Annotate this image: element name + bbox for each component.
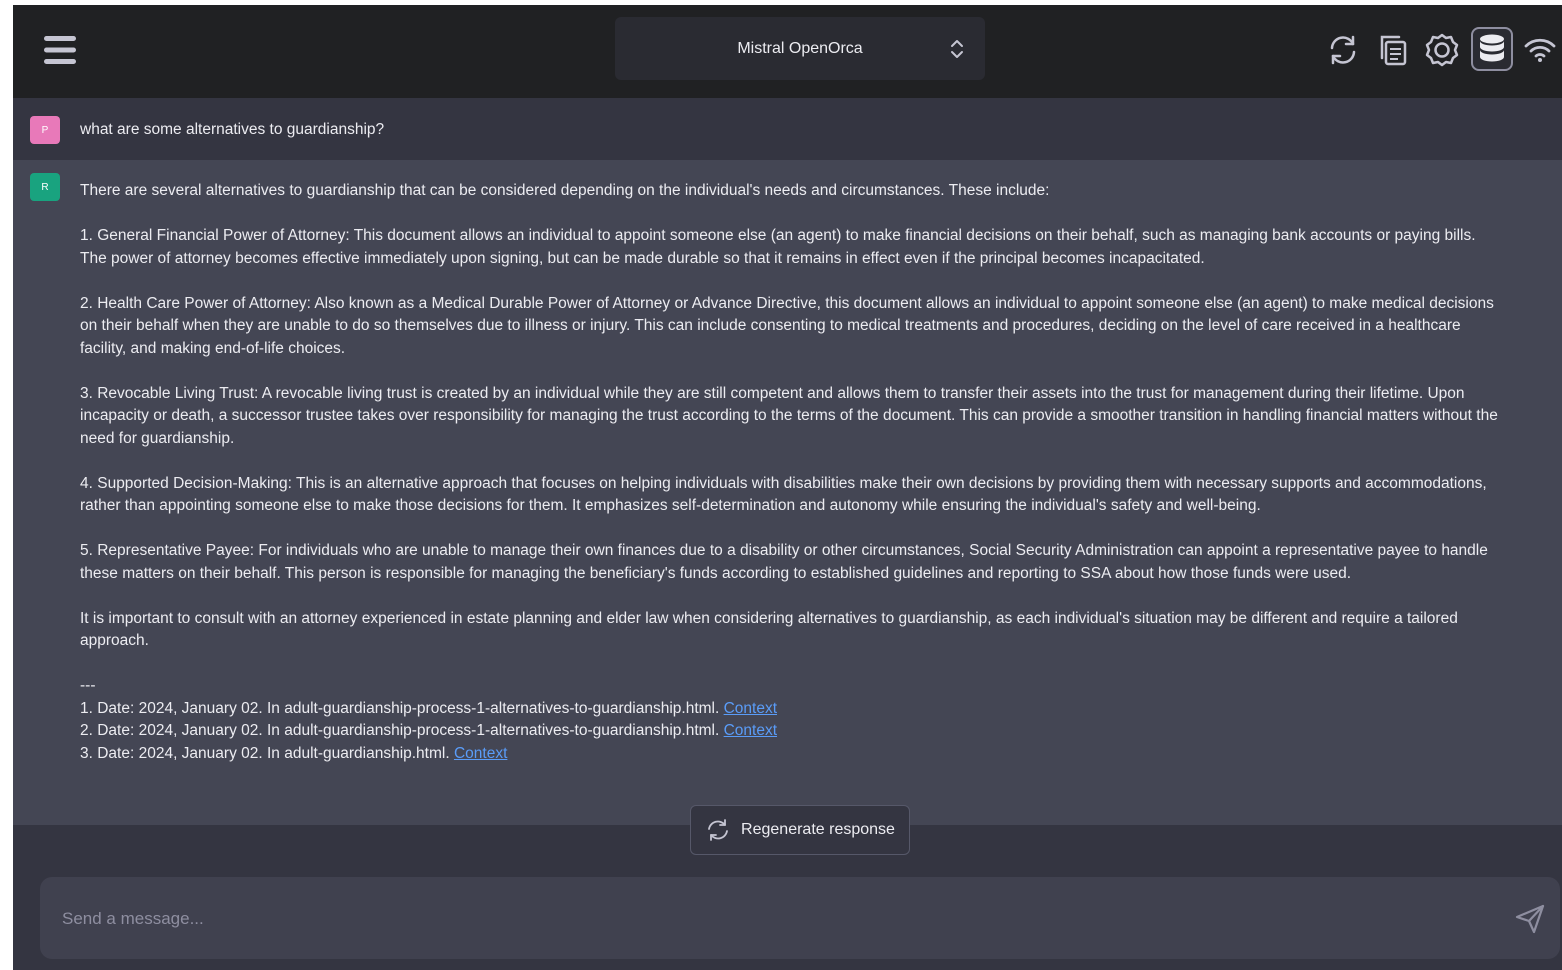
response-paragraph: 2. Health Care Power of Attorney: Also k… [80,294,1494,357]
assistant-message-body: There are several alternatives to guardi… [80,180,1500,765]
source-text: 2. Date: 2024, January 02. In adult-guar… [80,722,724,739]
user-message: P what are some alternatives to guardian… [13,98,1562,160]
response-paragraph: It is important to consult with an attor… [80,609,1458,650]
message-input[interactable] [60,877,1484,961]
message-composer [40,877,1560,961]
context-link[interactable]: Context [724,722,777,739]
chat-app: Mistral OpenOrca P what are some alterna… [13,5,1562,970]
menu-icon[interactable] [43,33,77,67]
response-paragraph: 1. General Financial Power of Attorney: … [80,227,1476,267]
source-item: 3. Date: 2024, January 02. In adult-guar… [80,743,1500,766]
source-text: 1. Date: 2024, January 02. In adult-guar… [80,699,724,717]
settings-icon[interactable] [1423,31,1461,69]
source-item: 2. Date: 2024, January 02. In adult-guar… [80,720,1500,743]
chevron-updown-icon [951,40,963,58]
regenerate-icon [708,819,728,841]
regenerate-button[interactable]: Regenerate response [690,805,910,855]
response-paragraph: 5. Representative Payee: For individuals… [80,542,1488,582]
response-paragraph: 4. Supported Decision-Making: This is an… [80,474,1487,515]
sources-separator: --- [80,677,96,694]
user-avatar: P [30,116,60,144]
source-text: 3. Date: 2024, January 02. In adult-guar… [80,744,454,762]
model-name: Mistral OpenOrca [737,39,863,57]
response-paragraph: There are several alternatives to guardi… [80,182,1050,199]
assistant-avatar: R [30,173,60,201]
context-link[interactable]: Context [724,700,777,717]
response-paragraph: 3. Revocable Living Trust: A revocable l… [80,384,1498,447]
wifi-icon[interactable] [1523,31,1557,69]
top-bar: Mistral OpenOrca [13,5,1562,98]
send-icon[interactable] [1514,903,1546,935]
copy-icon[interactable] [1374,31,1412,69]
regenerate-label: Regenerate response [741,821,895,838]
refresh-icon[interactable] [1324,31,1362,69]
context-link[interactable]: Context [454,745,507,762]
source-item: 1. Date: 2024, January 02. In adult-guar… [80,698,1500,721]
assistant-message: R There are several alternatives to guar… [13,160,1562,825]
sources-list: --- 1. Date: 2024, January 02. In adult-… [80,675,1500,765]
database-icon[interactable] [1471,27,1513,71]
user-message-text: what are some alternatives to guardiansh… [80,121,385,138]
model-selector[interactable]: Mistral OpenOrca [615,17,985,80]
